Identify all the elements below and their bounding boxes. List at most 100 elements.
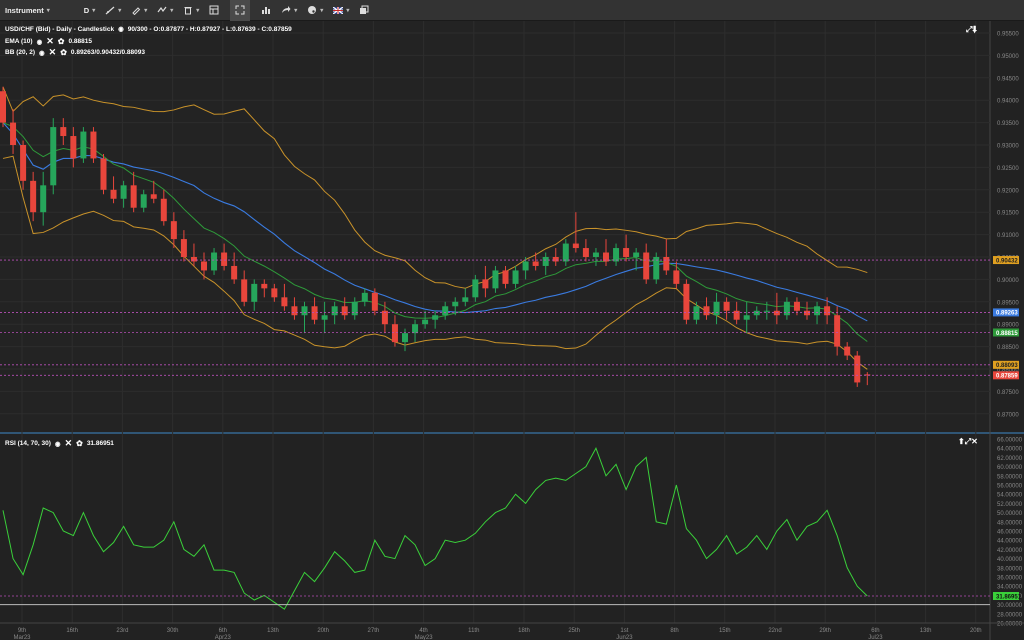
bb-label: BB (20, 2) — [5, 49, 35, 56]
candle-body — [552, 257, 559, 262]
crosshair-button[interactable] — [230, 0, 251, 21]
candle-body — [693, 306, 700, 320]
rsi-tick: 46.00000 — [997, 530, 1023, 536]
price-tick: 0.91000 — [997, 233, 1019, 239]
layout-button[interactable] — [204, 0, 224, 21]
drawing-tool-button[interactable]: ▾ — [100, 0, 126, 21]
chart-type-button[interactable] — [256, 0, 276, 21]
candle-body — [633, 252, 640, 257]
candle-body — [763, 310, 770, 312]
candle-body — [100, 158, 107, 190]
close-icon[interactable]: ✕ — [65, 438, 73, 449]
price-tick: 0.93500 — [997, 121, 1019, 127]
candle-body — [160, 198, 167, 222]
candle-body — [402, 333, 408, 343]
candle-body — [211, 252, 218, 271]
gear-icon[interactable]: ✿ — [76, 439, 83, 448]
candle-body — [50, 127, 57, 186]
candle-body — [482, 279, 489, 289]
candle-body — [371, 292, 378, 311]
x-tick-label: 22nd — [768, 628, 781, 634]
rsi-legend: RSI (14, 70, 30) ◉ ✕ ✿ 31.86951 — [5, 438, 114, 449]
delete-button[interactable]: ▾ — [178, 0, 204, 21]
candle-body — [442, 306, 449, 316]
rsi-value: 31.86951 — [86, 440, 114, 447]
candle-body — [562, 243, 569, 262]
candle-body — [462, 297, 469, 302]
candle-body — [0, 91, 6, 123]
candle-body — [512, 270, 519, 284]
price-tick: 0.95500 — [997, 32, 1019, 38]
candle-body — [231, 265, 238, 280]
x-tick-label: 6th — [871, 628, 879, 634]
close-icon[interactable]: ✕ — [971, 437, 978, 446]
x-tick-label: 1st — [620, 628, 628, 634]
rsi-panel-controls: ⬆⤢✕ — [958, 437, 978, 447]
price-marker-label: 0.88093 — [996, 363, 1018, 369]
gear-icon[interactable]: ✿ — [60, 48, 67, 57]
candle-body — [793, 301, 800, 311]
price-tick: 0.89500 — [997, 300, 1019, 306]
candle-body — [170, 221, 177, 240]
rsi-tick: 48.00000 — [997, 520, 1023, 526]
gear-icon[interactable]: ✿ — [58, 37, 65, 46]
arrow-down-icon[interactable]: ⬇ — [972, 25, 977, 34]
pencil-tool-button[interactable]: ▾ — [126, 0, 152, 21]
candle-body — [834, 315, 841, 347]
timeframe-selector[interactable]: D ▾ — [79, 0, 100, 21]
candle-body — [502, 270, 509, 284]
close-icon[interactable]: ✕ — [46, 36, 54, 47]
rsi-tick: 62.00000 — [997, 456, 1023, 462]
candle-body — [572, 243, 579, 249]
x-tick-label: 8th — [670, 628, 678, 634]
x-month-label: May23 — [415, 635, 434, 640]
x-month-label: Jun23 — [616, 635, 633, 640]
close-icon[interactable]: ✕ — [49, 47, 57, 58]
candle-body — [271, 288, 278, 298]
candle-body — [10, 122, 17, 145]
main-legend-title: USD/CHF (Bid) - Daily - Candlestick ◉ 90… — [5, 25, 292, 34]
candle-body — [251, 283, 258, 302]
candle-body — [753, 310, 760, 316]
theme-button[interactable]: ▾ — [302, 0, 328, 21]
arrow-up-icon[interactable]: ⬆ — [958, 437, 965, 446]
bb-legend: BB (20, 2) ◉ ✕ ✿ 0.89263/0.90432/0.88093 — [5, 47, 145, 58]
eye-icon[interactable]: ◉ — [39, 49, 45, 57]
chevron-down-icon: ▾ — [46, 7, 50, 14]
rsi-tick: 38.00000 — [997, 566, 1023, 572]
chart-canvas[interactable]: 0.95500 0.95000 0.94500 0.94000 0.93500 0.930… — [0, 21, 1024, 640]
bb-value: 0.89263/0.90432/0.88093 — [70, 49, 146, 56]
x-tick-label: 30th — [167, 628, 179, 634]
candle-body — [814, 306, 821, 316]
candle-body — [60, 127, 67, 137]
candle-body — [221, 252, 228, 266]
rsi-tick: 52.00000 — [997, 502, 1023, 508]
eye-icon[interactable]: ◉ — [55, 440, 61, 448]
candle-body — [854, 355, 861, 383]
indicators-button[interactable]: ▾ — [152, 0, 178, 21]
x-tick-label: 20th — [317, 628, 329, 634]
window-button[interactable] — [354, 0, 374, 21]
candle-body — [110, 189, 117, 199]
eye-icon[interactable]: ◉ — [118, 25, 124, 33]
x-tick-label: 29th — [819, 628, 831, 634]
language-button[interactable]: ▾ — [328, 0, 354, 21]
candle-body — [683, 283, 690, 320]
rsi-tick: 64.00000 — [997, 447, 1023, 453]
candle-body — [804, 310, 810, 316]
instrument-selector[interactable]: Instrument ▾ — [0, 0, 55, 21]
instrument-title: USD/CHF (Bid) - Daily - Candlestick — [5, 25, 115, 33]
candle-body — [432, 315, 439, 320]
x-tick-label: 4th — [419, 628, 427, 634]
price-tick: 0.90000 — [997, 278, 1019, 284]
bar-chart-icon — [262, 7, 271, 14]
candle-body — [120, 185, 127, 199]
eye-icon[interactable]: ◉ — [37, 38, 43, 46]
ema-legend: EMA (10) ◉ ✕ ✿ 0.88815 — [5, 36, 92, 47]
line-tool-icon — [105, 6, 115, 15]
share-button[interactable]: ▾ — [276, 0, 302, 21]
rsi-tick: 30.00000 — [997, 603, 1023, 609]
rsi-tick: 56.00000 — [997, 484, 1023, 490]
rsi-tick: 60.00000 — [997, 465, 1023, 471]
candle-body — [542, 257, 549, 266]
